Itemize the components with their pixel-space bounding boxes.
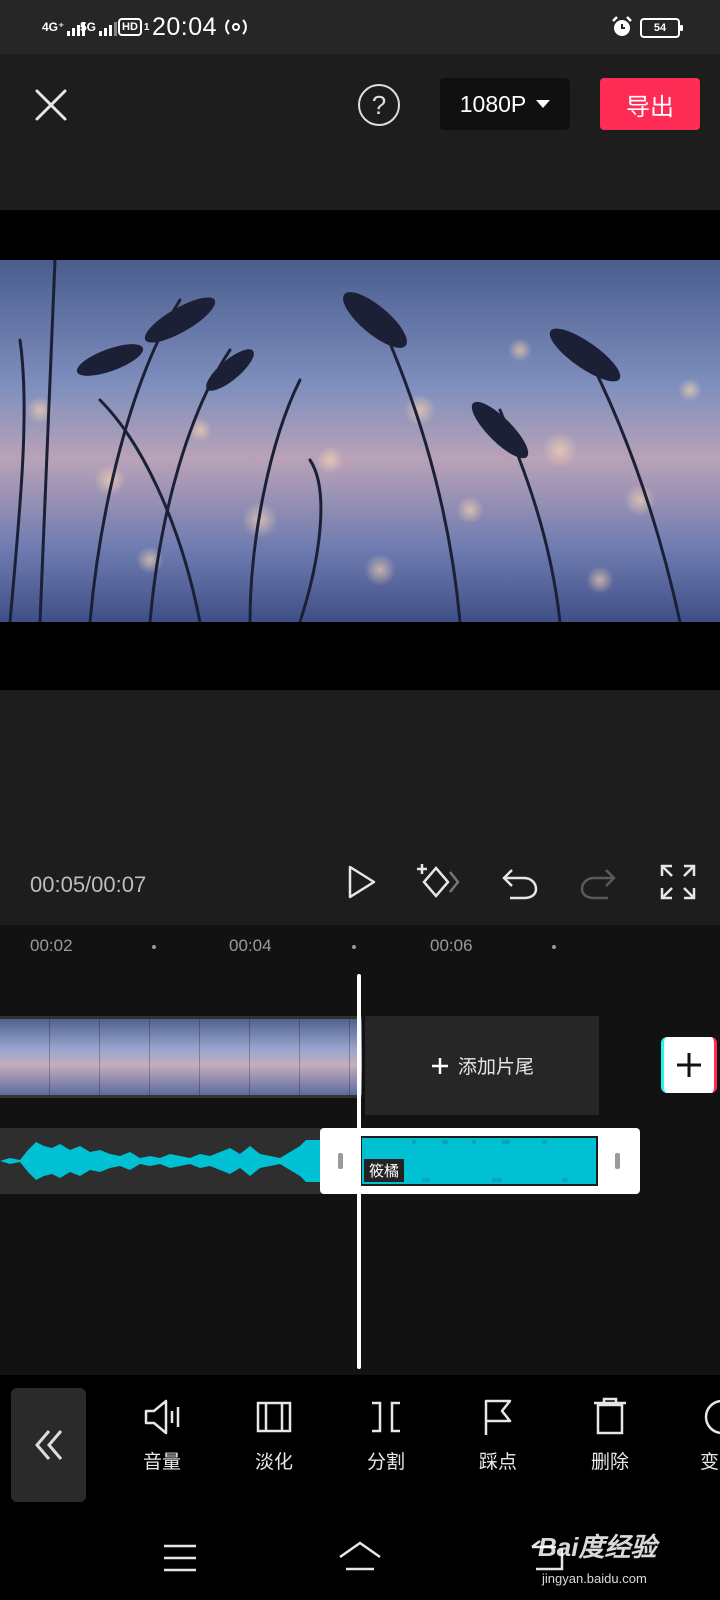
ruler-label: 00:04	[229, 936, 272, 955]
playback-timecode: 00:05/00:07	[30, 872, 147, 897]
trim-handle-right[interactable]	[615, 1153, 620, 1169]
watermark-url: jingyan.baidu.com	[542, 1571, 647, 1586]
reed-silhouette-image	[8, 260, 702, 622]
redo-icon[interactable]	[576, 860, 620, 904]
tool-label: 变	[700, 1452, 720, 1473]
hd-icon: HD	[118, 18, 142, 36]
help-icon: ?	[371, 89, 387, 120]
battery-indicator: 54	[640, 18, 683, 38]
chevron-down-icon	[536, 100, 551, 108]
network-type-4g: 4G⁺	[42, 20, 65, 34]
audio-track-waveform[interactable]	[0, 1128, 322, 1194]
split-icon	[372, 1401, 400, 1433]
selected-audio-clip[interactable]: 筱橘	[320, 1128, 640, 1194]
tool-delete[interactable]: 删除	[570, 1395, 650, 1495]
help-button[interactable]: ?	[358, 84, 400, 126]
audio-edit-toolbar: 音量 淡化 分割 踩点 删除 变	[0, 1375, 720, 1515]
ruler-dot	[352, 945, 356, 949]
signal-5g: 5G	[80, 0, 118, 54]
fullscreen-icon[interactable]	[656, 860, 700, 904]
hd-voice: HD 1	[118, 0, 149, 54]
tool-label: 音量	[142, 1452, 181, 1473]
play-icon[interactable]	[340, 860, 384, 904]
delete-icon	[594, 1397, 626, 1435]
volume-icon	[144, 1399, 180, 1435]
home-icon[interactable]	[336, 1539, 384, 1575]
menu-icon[interactable]	[160, 1541, 200, 1575]
playhead[interactable]	[357, 974, 361, 1369]
ruler-dot	[552, 945, 556, 949]
tool-split[interactable]: 分割	[346, 1395, 426, 1495]
close-icon[interactable]	[30, 84, 72, 126]
audio-clip-body: 筱橘	[360, 1136, 598, 1186]
video-thumbnail	[100, 1019, 150, 1095]
video-track[interactable]	[0, 1016, 362, 1098]
tool-label: 分割	[366, 1452, 405, 1473]
network-type-5g: 5G	[80, 20, 97, 34]
beat-flag-icon	[484, 1399, 512, 1435]
editor-top-bar: ? 1080P 导出	[0, 54, 720, 210]
resolution-value: 1080P	[459, 90, 527, 117]
clock: 20:04	[152, 12, 218, 41]
ruler-label: 00:06	[430, 936, 473, 955]
hd-sub: 1	[143, 21, 150, 33]
tool-speed[interactable]: 变	[680, 1395, 720, 1495]
video-thumbnail	[250, 1019, 300, 1095]
tool-label: 删除	[590, 1452, 629, 1473]
undo-icon[interactable]	[498, 860, 542, 904]
export-button[interactable]: 导出	[600, 78, 700, 130]
fade-icon	[256, 1401, 292, 1433]
tool-fade[interactable]: 淡化	[234, 1395, 314, 1495]
video-thumbnail	[200, 1019, 250, 1095]
video-thumbnail	[0, 1019, 50, 1095]
system-navigation-bar: Bai度经验 jingyan.baidu.com	[0, 1515, 720, 1600]
keyframe-add-icon[interactable]	[414, 860, 462, 904]
status-bar: 4G⁺ 5G HD 1 20:04 54	[0, 0, 720, 54]
ruler-label: 00:02	[30, 936, 73, 955]
add-ending-label: 添加片尾	[457, 1057, 534, 1078]
ruler-dot	[152, 945, 156, 949]
tool-beat[interactable]: 踩点	[458, 1395, 538, 1495]
video-preview-frame[interactable]	[0, 260, 720, 622]
signal-bars-icon	[99, 18, 118, 36]
tool-volume[interactable]: 音量	[122, 1395, 202, 1495]
video-thumbnail	[150, 1019, 200, 1095]
resolution-selector[interactable]: 1080P	[440, 78, 570, 130]
plus-icon	[677, 1053, 701, 1077]
add-clip-button[interactable]	[661, 1037, 717, 1093]
trim-handle-left[interactable]	[338, 1153, 343, 1169]
signal-4g: 4G⁺	[42, 0, 86, 54]
battery-level: 54	[653, 22, 667, 34]
baidu-watermark: Bai度经验 jingyan.baidu.com	[538, 1517, 718, 1599]
video-thumbnail	[300, 1019, 350, 1095]
video-thumbnail	[50, 1019, 100, 1095]
double-chevron-left-icon	[34, 1430, 62, 1460]
alarm-icon	[612, 16, 632, 36]
audio-clip-name: 筱橘	[364, 1159, 405, 1182]
tool-label: 踩点	[478, 1452, 517, 1473]
collapse-back-button[interactable]	[11, 1388, 86, 1502]
add-ending-button[interactable]: 添加片尾	[365, 1016, 599, 1115]
export-label: 导出	[626, 93, 674, 121]
audio-waveform	[0, 1140, 322, 1182]
watermark-logo: Bai度经验	[538, 1532, 657, 1562]
timeline[interactable]: 00:02 00:04 00:06 添加片尾 筱橘	[0, 925, 720, 1375]
playback-controls: 00:05/00:07	[0, 690, 720, 925]
plus-icon	[431, 1057, 448, 1074]
hotspot-icon	[225, 19, 247, 35]
speed-icon	[704, 1399, 720, 1435]
tool-label: 淡化	[254, 1452, 293, 1473]
